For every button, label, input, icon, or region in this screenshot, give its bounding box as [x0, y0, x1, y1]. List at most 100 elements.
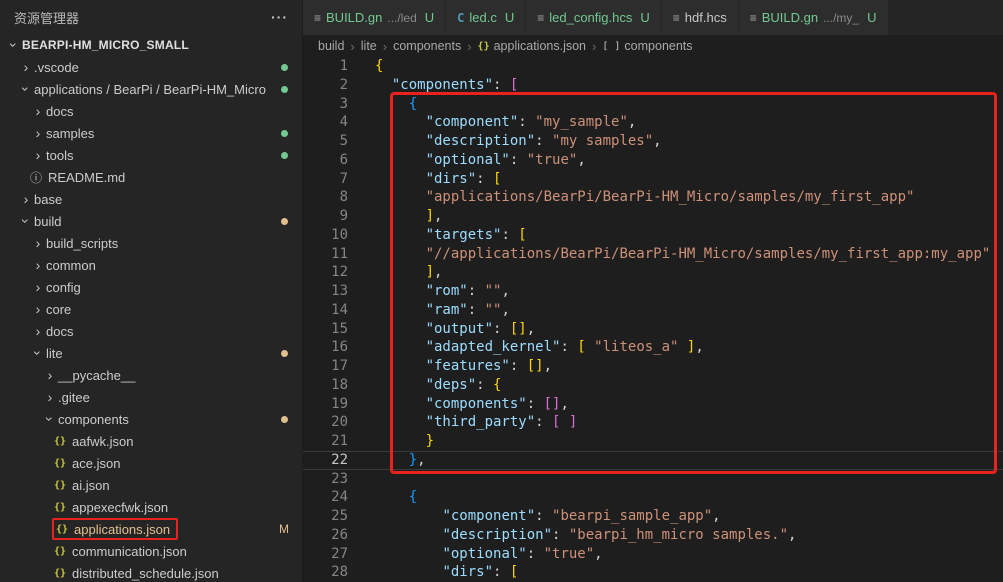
code-line-23[interactable]: 23	[303, 470, 1003, 489]
breadcrumb-label: components	[393, 39, 462, 53]
tree-item-gitee[interactable]: › .gitee	[0, 386, 302, 408]
chevron-right-icon: ›	[35, 103, 41, 119]
tree-item-build[interactable]: › build	[0, 210, 302, 232]
tab-build-gn-my[interactable]: ≡ BUILD.gn .../my_ U	[738, 0, 889, 35]
git-change-dot	[281, 85, 288, 93]
code-line-12[interactable]: 12 ],	[303, 263, 1003, 282]
chevron-down-icon: ›	[30, 350, 46, 356]
breadcrumb-lite-1[interactable]: lite	[361, 39, 377, 53]
code-line-21[interactable]: 21 }	[303, 432, 1003, 451]
line-text: {	[408, 489, 418, 506]
code-line-11[interactable]: 11 "//applications/BearPi/BearPi-HM_Micr…	[303, 245, 1003, 264]
code-line-6[interactable]: 6 "optional": "true",	[303, 151, 1003, 170]
chevron-right-icon: ›	[23, 191, 29, 207]
code-line-10[interactable]: 10 "targets": [	[303, 226, 1003, 245]
git-change-dot	[281, 349, 288, 357]
line-number: 4	[339, 114, 348, 131]
tree-item-label: README.md	[48, 169, 126, 185]
code-line-17[interactable]: 17 "features": [],	[303, 357, 1003, 376]
tree-item-tools[interactable]: › tools	[0, 144, 302, 166]
tree-item-common[interactable]: › common	[0, 254, 302, 276]
tree-item-lite[interactable]: › lite	[0, 342, 302, 364]
tree-item-docs[interactable]: › docs	[0, 100, 302, 122]
tree-item-core[interactable]: › core	[0, 298, 302, 320]
tree-item-bearpi-hm-micro-small[interactable]: › BEARPI-HM_MICRO_SMALL	[0, 34, 302, 56]
code-line-27[interactable]: 27 "optional": "true",	[303, 545, 1003, 564]
tree-item-label: build	[34, 213, 62, 229]
code-line-5[interactable]: 5 "description": "my samples",	[303, 132, 1003, 151]
tree-item-ace-json[interactable]: {} ace.json	[0, 452, 302, 474]
tree-item-applications-json[interactable]: {} applications.json M	[0, 518, 302, 540]
chevron-right-icon: ›	[35, 125, 41, 141]
chevron-right-icon: ›	[35, 147, 41, 163]
code-line-28[interactable]: 28 "dirs": [	[303, 563, 1003, 582]
tree-item-components[interactable]: › components	[0, 408, 302, 430]
tab-path: .../my_	[823, 10, 860, 25]
line-text: "adapted_kernel": [ "liteos_a" ],	[425, 339, 704, 356]
tree-item-label: docs	[46, 103, 74, 119]
tree-item-ai-json[interactable]: {} ai.json	[0, 474, 302, 496]
tree-item-docs[interactable]: › docs	[0, 320, 302, 342]
code-line-2[interactable]: 2 "components": [	[303, 76, 1003, 95]
tab-led-c[interactable]: Cled.c U	[446, 0, 527, 35]
code-line-3[interactable]: 3 {	[303, 95, 1003, 114]
code-line-25[interactable]: 25 "component": "bearpi_sample_app",	[303, 507, 1003, 526]
code-line-22[interactable]: 22 },	[303, 451, 1003, 470]
line-text: "output": [],	[425, 320, 536, 337]
chevron-right-icon: ›	[350, 38, 355, 54]
tree-item-distributed-schedule-json[interactable]: {} distributed_schedule.json	[0, 562, 302, 582]
tree-item-label: appexecfwk.json	[72, 499, 169, 515]
more-actions-icon[interactable]: ···	[271, 9, 288, 25]
tree-item-readme-md[interactable]: ⓘ README.md	[0, 166, 302, 188]
git-untracked-badge: U	[504, 10, 515, 25]
code-line-26[interactable]: 26 "description": "bearpi_hm_micro sampl…	[303, 526, 1003, 545]
line-number: 24	[331, 489, 348, 506]
chevron-right-icon: ›	[35, 301, 41, 317]
file-icon: ≡	[672, 10, 680, 25]
file-icon: ≡	[749, 10, 757, 25]
git-change-dot	[281, 63, 288, 71]
tree-item-appexecfwk-json[interactable]: {} appexecfwk.json	[0, 496, 302, 518]
code-line-9[interactable]: 9 ],	[303, 207, 1003, 226]
line-text: "components": [	[391, 76, 519, 93]
code-line-18[interactable]: 18 "deps": {	[303, 376, 1003, 395]
tree-item-communication-json[interactable]: {} communication.json	[0, 540, 302, 562]
code-line-14[interactable]: 14 "ram": "",	[303, 301, 1003, 320]
code-line-24[interactable]: 24 {	[303, 488, 1003, 507]
tree-item-build-scripts[interactable]: › build_scripts	[0, 232, 302, 254]
tab-led-config-hcs[interactable]: ≡ led_config.hcs U	[526, 0, 662, 35]
breadcrumb-applications-json-3[interactable]: {} applications.json	[478, 39, 586, 53]
breadcrumb-build-0[interactable]: build	[318, 39, 344, 53]
tree-item-label: applications.json	[74, 521, 171, 537]
tree-item-pycache[interactable]: › __pycache__	[0, 364, 302, 386]
chevron-down-icon: ›	[42, 416, 58, 422]
line-text: "optional": "true",	[442, 545, 603, 562]
code-line-4[interactable]: 4 "component": "my_sample",	[303, 113, 1003, 132]
line-number: 27	[331, 545, 348, 562]
explorer-sidebar: 资源管理器 ··· › BEARPI-HM_MICRO_SMALL › .vscode…	[0, 0, 303, 582]
tree-item-config[interactable]: › config	[0, 276, 302, 298]
code-line-7[interactable]: 7 "dirs": [	[303, 170, 1003, 189]
code-editor[interactable]: 1{2 "components": [3 {4 "component": "my…	[303, 57, 1003, 582]
tree-item-base[interactable]: › base	[0, 188, 302, 210]
tree-item-vscode[interactable]: › .vscode	[0, 56, 302, 78]
tree-item-aafwk-json[interactable]: {} aafwk.json	[0, 430, 302, 452]
line-text: "dirs": [	[425, 170, 502, 187]
code-line-16[interactable]: 16 "adapted_kernel": [ "liteos_a" ],	[303, 338, 1003, 357]
code-line-20[interactable]: 20 "third_party": [ ]	[303, 413, 1003, 432]
code-line-8[interactable]: 8 "applications/BearPi/BearPi-HM_Micro/s…	[303, 188, 1003, 207]
code-line-15[interactable]: 15 "output": [],	[303, 320, 1003, 339]
tree-item-samples[interactable]: › samples	[0, 122, 302, 144]
tab-build-gn-led[interactable]: ≡ BUILD.gn .../led U	[303, 0, 447, 35]
code-line-13[interactable]: 13 "rom": "",	[303, 282, 1003, 301]
chevron-right-icon: ›	[47, 367, 53, 383]
tree-item-applications-bearpi-bearpi-hm-micro[interactable]: › applications / BearPi / BearPi-HM_Micro	[0, 78, 302, 100]
line-text: }	[425, 433, 435, 449]
code-line-1[interactable]: 1{	[303, 57, 1003, 76]
code-line-19[interactable]: 19 "components": [],	[303, 395, 1003, 414]
line-number: 18	[331, 376, 348, 393]
tab-hdf-hcs[interactable]: ≡ hdf.hcs	[661, 0, 739, 35]
tab-label: led_config.hcs	[549, 10, 633, 25]
breadcrumb-components-2[interactable]: components	[393, 39, 461, 53]
breadcrumb-components-4[interactable]: [ ] components	[602, 39, 692, 53]
